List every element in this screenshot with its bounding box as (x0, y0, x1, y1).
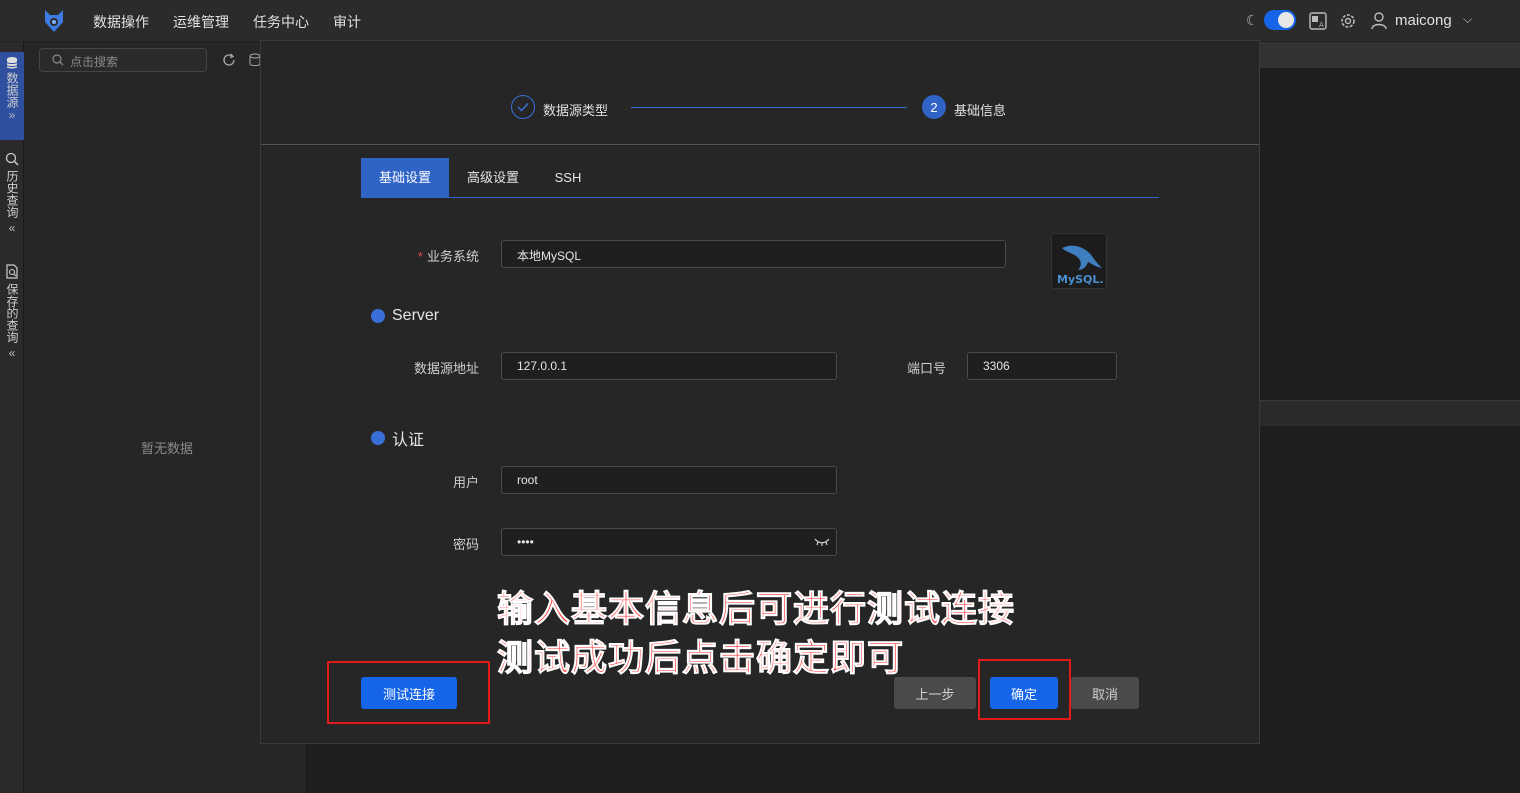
top-bar: 数据操作 运维管理 任务中心 审计 ☾ A maicong ⌵ (0, 0, 1520, 42)
sidebar-item-saved[interactable]: 保存的查询 « (0, 264, 24, 374)
annotation-text-line1: 输入基本信息后可进行测试连接 (496, 589, 1016, 631)
tab-advanced-settings[interactable]: 高级设置 (449, 158, 537, 198)
eye-closed-icon[interactable] (814, 537, 830, 547)
port-input[interactable]: 3306 (967, 352, 1117, 380)
tab-basic-settings[interactable]: 基础设置 (361, 158, 449, 198)
required-mark: * (417, 249, 423, 264)
search-input[interactable]: 点击搜索 (39, 48, 207, 72)
database-icon (6, 57, 18, 69)
password-input[interactable]: •••• (501, 528, 837, 556)
sidebar-item-datasource[interactable]: 数据源 » (0, 52, 24, 140)
chevron-left-icon: « (8, 346, 16, 360)
search-icon (52, 54, 64, 66)
host-input[interactable]: 127.0.0.1 (501, 352, 837, 380)
sidebar-item-label: 数据源 (5, 72, 19, 108)
section-dot (371, 431, 385, 445)
chevron-right-icon: » (8, 108, 16, 122)
nav-ops-management[interactable]: 运维管理 (173, 12, 229, 32)
svg-text:MySQL.: MySQL. (1057, 273, 1104, 286)
business-system-input[interactable]: 本地MySQL (501, 240, 1006, 268)
step-1-label: 数据源类型 (543, 103, 609, 118)
nav-data-ops[interactable]: 数据操作 (93, 12, 149, 32)
section-dot (371, 309, 385, 323)
steps-connector (631, 107, 907, 108)
mysql-dolphin-icon: MySQL. (1057, 245, 1104, 286)
history-search-icon (5, 152, 19, 166)
annotation-box-test (327, 661, 490, 724)
password-label: 密码 (452, 537, 479, 552)
moon-icon: ☾ (1246, 12, 1259, 28)
step-2-label: 基础信息 (954, 103, 1007, 118)
editor-tabbar (1258, 42, 1520, 68)
mysql-logo: MySQL. (1051, 233, 1107, 289)
header-divider (261, 144, 1259, 145)
svg-text:A: A (1319, 21, 1324, 29)
chevron-down-icon[interactable]: ⌵ (1463, 12, 1472, 27)
side-strip: 数据源 » 历史查询 « 保存的查询 « (0, 42, 24, 793)
user-label: 用户 (452, 475, 479, 490)
annotation-box-confirm (978, 659, 1071, 720)
result-pane-header (1258, 400, 1520, 426)
sidebar-item-label: 保存的查询 (5, 283, 19, 343)
server-section-title: Server (371, 307, 439, 325)
user-icon[interactable] (1371, 12, 1387, 30)
app-logo-icon[interactable] (42, 8, 66, 34)
refresh-icon[interactable] (222, 53, 236, 67)
user-input[interactable]: root (501, 466, 837, 494)
annotation-text-line2: 测试成功后点击确定即可 (496, 638, 905, 680)
sidebar-item-history[interactable]: 历史查询 « (0, 152, 24, 252)
empty-text: 暂无数据 (141, 441, 194, 456)
tab-ssh[interactable]: SSH (537, 158, 599, 198)
username[interactable]: maicong (1395, 12, 1452, 29)
check-icon (517, 102, 529, 112)
chevron-left-icon: « (8, 221, 16, 235)
translate-icon[interactable]: A (1309, 12, 1327, 30)
search-placeholder: 点击搜索 (70, 55, 119, 69)
auth-section-title: 认证 (371, 426, 424, 450)
step-2-active: 2 (922, 95, 946, 119)
port-label: 端口号 (906, 361, 946, 376)
step-1-done (511, 95, 535, 119)
saved-query-icon (6, 264, 18, 279)
gear-icon[interactable] (1339, 12, 1357, 30)
prev-step-button[interactable]: 上一步 (894, 677, 976, 709)
settings-tabs: 基础设置 高级设置 SSH (361, 158, 1159, 198)
nav-audit[interactable]: 审计 (333, 12, 361, 32)
sidebar-item-label: 历史查询 (5, 170, 19, 218)
theme-toggle[interactable] (1264, 10, 1296, 30)
host-label: 数据源地址 (413, 361, 479, 376)
nav-task-center[interactable]: 任务中心 (253, 12, 309, 32)
cancel-button[interactable]: 取消 (1071, 677, 1139, 709)
business-system-label: * 业务系统 (417, 249, 479, 264)
